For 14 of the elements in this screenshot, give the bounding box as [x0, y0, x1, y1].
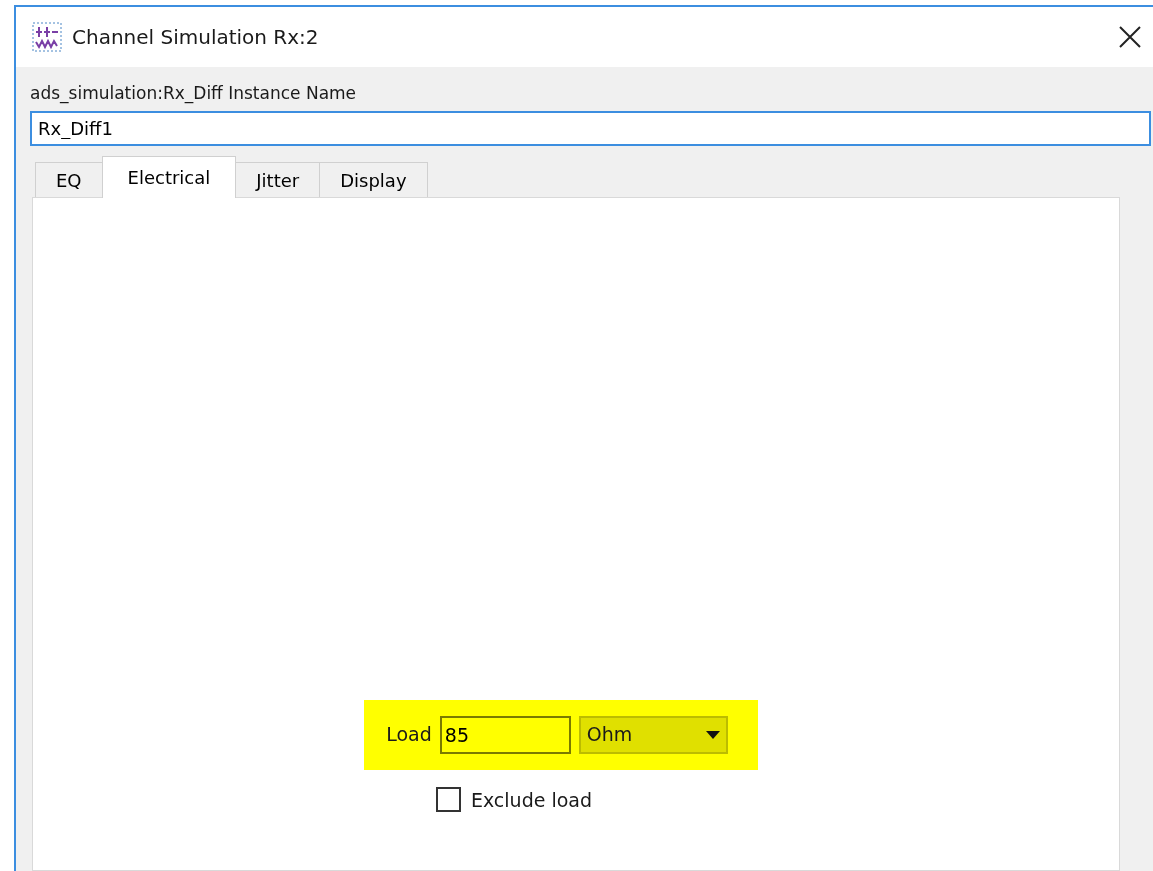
app-icon [32, 22, 62, 52]
load-field[interactable]: 85 [439, 715, 571, 754]
tab[interactable]: Display [319, 161, 428, 198]
tab[interactable]: Electrical [101, 155, 237, 198]
instance-name-field[interactable]: Rx_Diff1 [30, 110, 1151, 146]
load-label: Load [386, 722, 432, 748]
unit-dropdown[interactable]: Ohm [578, 715, 728, 754]
window-title: Channel Simulation Rx:2 [72, 24, 319, 51]
close-icon [1118, 25, 1142, 49]
checkbox[interactable] [435, 787, 461, 813]
field-label: ads_simulation:Rx_Diff Instance Name [30, 82, 358, 106]
caret-icon [705, 730, 720, 739]
tab[interactable]: EQ [35, 161, 103, 198]
checkbox-label: Exclude load [470, 787, 593, 813]
